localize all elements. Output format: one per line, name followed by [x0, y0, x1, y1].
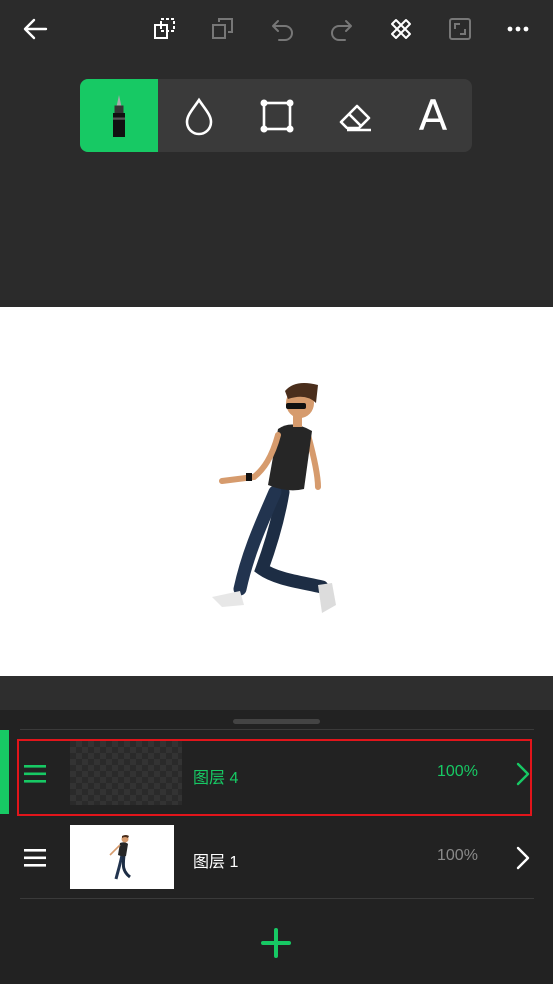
divider [20, 898, 534, 899]
layer-opacity: 100% [437, 763, 478, 780]
chevron-right-icon[interactable] [514, 761, 532, 787]
pen-icon [113, 94, 125, 137]
chevron-right-icon[interactable] [514, 845, 532, 871]
canvas-bottom-bar [0, 676, 553, 710]
panel-drag-handle[interactable] [233, 719, 320, 724]
layer-name: 图层 1 [193, 854, 239, 871]
more-icon[interactable] [503, 14, 533, 44]
layer-row[interactable]: 图层 4 100% [0, 737, 553, 815]
add-layer-button[interactable] [260, 927, 292, 959]
copy-icon[interactable] [208, 14, 238, 44]
redo-icon[interactable] [326, 14, 356, 44]
walking-man-illustration [212, 383, 336, 613]
transform-icon [260, 99, 294, 132]
walking-man-thumbnail [109, 835, 131, 880]
tool-palette: A [80, 79, 472, 152]
layer-thumbnail [70, 825, 174, 889]
transform-tool[interactable] [238, 79, 316, 152]
layer-row[interactable]: 图层 1 100% [0, 821, 553, 899]
pen-tool[interactable] [80, 79, 158, 152]
layers-panel: 图层 4 100% 图层 1 100% [0, 710, 553, 984]
drop-icon [185, 97, 213, 135]
eraser-tool[interactable] [316, 79, 394, 152]
text-tool-label: A [418, 91, 448, 140]
layer-thumbnail [70, 741, 182, 805]
layer-opacity: 100% [437, 847, 478, 864]
eraser-icon [339, 104, 371, 131]
back-arrow-icon[interactable] [20, 14, 50, 44]
top-toolbar [0, 0, 553, 60]
layer-name: 图层 4 [193, 770, 239, 787]
fill-tool[interactable] [160, 79, 238, 152]
divider [20, 729, 534, 730]
undo-icon[interactable] [268, 14, 298, 44]
text-tool[interactable]: A [394, 79, 472, 152]
duplicate-icon[interactable] [150, 14, 180, 44]
fullscreen-icon[interactable] [445, 14, 475, 44]
tools-icon[interactable] [386, 14, 416, 44]
drawing-canvas[interactable] [0, 307, 553, 676]
drag-menu-icon[interactable] [24, 765, 46, 783]
drag-menu-icon[interactable] [24, 849, 46, 867]
